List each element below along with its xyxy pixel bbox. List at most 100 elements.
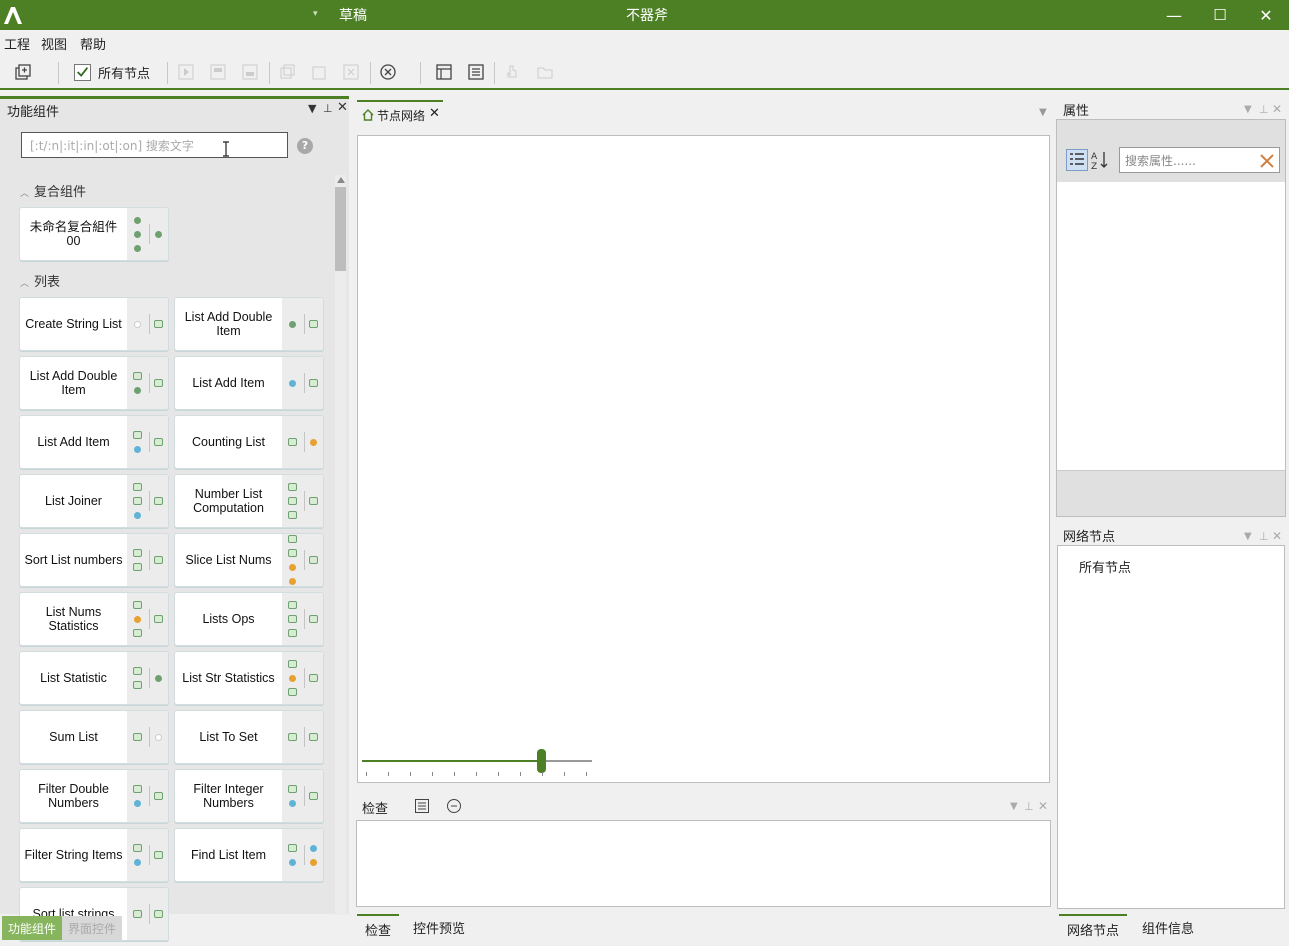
- port-icon[interactable]: [289, 380, 296, 387]
- list-port-icon[interactable]: [154, 438, 163, 446]
- tab-ui-controls[interactable]: 界面控件: [62, 916, 123, 940]
- list-port-icon[interactable]: [309, 674, 318, 682]
- component-card[interactable]: Lists Ops: [174, 592, 324, 646]
- list-port-icon[interactable]: [309, 497, 318, 505]
- export-node-icon[interactable]: [241, 63, 259, 81]
- list-port-icon[interactable]: [309, 320, 318, 328]
- save-node-icon[interactable]: [209, 63, 227, 81]
- network-close-icon[interactable]: ✕: [1272, 529, 1282, 543]
- tab-network-nodes[interactable]: 网络节点: [1059, 914, 1128, 940]
- port-icon[interactable]: [134, 616, 141, 623]
- close-button[interactable]: ✕: [1243, 0, 1289, 30]
- port-icon[interactable]: [134, 217, 141, 224]
- list-port-icon[interactable]: [133, 549, 142, 557]
- list-port-icon[interactable]: [288, 688, 297, 696]
- port-icon[interactable]: [134, 446, 141, 453]
- list-port-icon[interactable]: [133, 601, 142, 609]
- port-icon[interactable]: [289, 800, 296, 807]
- list-port-icon[interactable]: [133, 483, 142, 491]
- list-port-icon[interactable]: [288, 844, 297, 852]
- title-dropdown-icon[interactable]: ▾: [313, 9, 318, 19]
- network-pin-icon[interactable]: ⊥: [1259, 530, 1269, 543]
- properties-menu-icon[interactable]: ▼: [1244, 104, 1252, 115]
- list-port-icon[interactable]: [309, 379, 318, 387]
- list-port-icon[interactable]: [288, 733, 297, 741]
- categorized-view-icon[interactable]: [1066, 149, 1088, 171]
- list-port-icon[interactable]: [309, 615, 318, 623]
- menu-item-help[interactable]: 帮助: [80, 34, 106, 53]
- node-canvas[interactable]: [357, 135, 1050, 783]
- list-port-icon[interactable]: [133, 497, 142, 505]
- component-card[interactable]: List Add Item: [174, 356, 324, 410]
- port-icon[interactable]: [134, 800, 141, 807]
- component-scrollbar[interactable]: [335, 175, 346, 915]
- list-port-icon[interactable]: [133, 844, 142, 852]
- list-port-icon[interactable]: [154, 379, 163, 387]
- scroll-up-arrow-icon[interactable]: [337, 177, 345, 183]
- network-menu-icon[interactable]: ▼: [1244, 531, 1252, 542]
- delete-icon[interactable]: [342, 63, 360, 81]
- list-port-icon[interactable]: [133, 910, 142, 918]
- list-port-icon[interactable]: [133, 563, 142, 571]
- list-port-icon[interactable]: [133, 733, 142, 741]
- list-port-icon[interactable]: [154, 910, 163, 918]
- zoom-slider-thumb[interactable]: [537, 749, 547, 773]
- list-port-icon[interactable]: [288, 483, 297, 491]
- tab-component-info[interactable]: 组件信息: [1134, 914, 1202, 940]
- inspector-refresh-icon[interactable]: [446, 798, 462, 814]
- component-card[interactable]: List Nums Statistics: [19, 592, 169, 646]
- show-all-nodes-checkbox[interactable]: [74, 64, 91, 81]
- component-card[interactable]: List Add Double Item: [174, 297, 324, 351]
- port-icon[interactable]: [134, 321, 141, 328]
- section-header-list[interactable]: ︿ 列表: [20, 271, 60, 290]
- clear-search-icon[interactable]: [1259, 153, 1275, 169]
- list-port-icon[interactable]: [288, 629, 297, 637]
- copy-icon[interactable]: [278, 63, 296, 81]
- close-tab-icon[interactable]: ✕: [429, 106, 440, 121]
- tab-inspector[interactable]: 检查: [357, 914, 400, 940]
- port-icon[interactable]: [310, 439, 317, 446]
- component-card[interactable]: 未命名复合組件00: [19, 207, 169, 261]
- port-icon[interactable]: [155, 675, 162, 682]
- properties-pin-icon[interactable]: ⊥: [1259, 103, 1269, 116]
- panel-menu-icon[interactable]: ▼: [308, 102, 316, 115]
- section-header-composite[interactable]: ︿ 复合组件: [20, 181, 86, 200]
- pin-icon[interactable]: ⊥: [323, 102, 333, 115]
- inspector-pin-icon[interactable]: ⊥: [1024, 800, 1034, 813]
- window-icon[interactable]: [435, 63, 453, 81]
- component-card[interactable]: List To Set: [174, 710, 324, 764]
- sort-alphabetical-icon[interactable]: AZ: [1090, 149, 1110, 171]
- component-card[interactable]: List Str Statistics: [174, 651, 324, 705]
- port-icon[interactable]: [155, 231, 162, 238]
- tab-widget-preview[interactable]: 控件预览: [405, 914, 473, 940]
- minimize-button[interactable]: —: [1151, 0, 1197, 30]
- tab-components[interactable]: 功能组件: [2, 916, 63, 940]
- component-card[interactable]: List Joiner: [19, 474, 169, 528]
- port-icon[interactable]: [289, 675, 296, 682]
- port-icon[interactable]: [310, 859, 317, 866]
- list-port-icon[interactable]: [309, 792, 318, 800]
- list-port-icon[interactable]: [133, 629, 142, 637]
- tab-node-network[interactable]: 节点网络 ✕: [357, 100, 443, 126]
- list-port-icon[interactable]: [288, 660, 297, 668]
- component-card[interactable]: Filter String Items: [19, 828, 169, 882]
- port-icon[interactable]: [155, 734, 162, 741]
- port-icon[interactable]: [289, 564, 296, 571]
- port-icon[interactable]: [289, 321, 296, 328]
- list-port-icon[interactable]: [133, 372, 142, 380]
- inspector-menu-icon[interactable]: ▼: [1010, 801, 1018, 812]
- port-icon[interactable]: [134, 387, 141, 394]
- component-card[interactable]: List Statistic: [19, 651, 169, 705]
- list-port-icon[interactable]: [154, 556, 163, 564]
- scrollbar-thumb[interactable]: [335, 187, 346, 271]
- menu-item-view[interactable]: 视图: [41, 34, 67, 53]
- folder-icon[interactable]: [536, 63, 554, 81]
- list-port-icon[interactable]: [288, 615, 297, 623]
- inspector-close-icon[interactable]: ✕: [1038, 799, 1048, 813]
- list-port-icon[interactable]: [154, 320, 163, 328]
- component-card[interactable]: Filter Double Numbers: [19, 769, 169, 823]
- port-icon[interactable]: [134, 231, 141, 238]
- list-port-icon[interactable]: [133, 667, 142, 675]
- list-port-icon[interactable]: [288, 785, 297, 793]
- component-card[interactable]: Find List Item: [174, 828, 324, 882]
